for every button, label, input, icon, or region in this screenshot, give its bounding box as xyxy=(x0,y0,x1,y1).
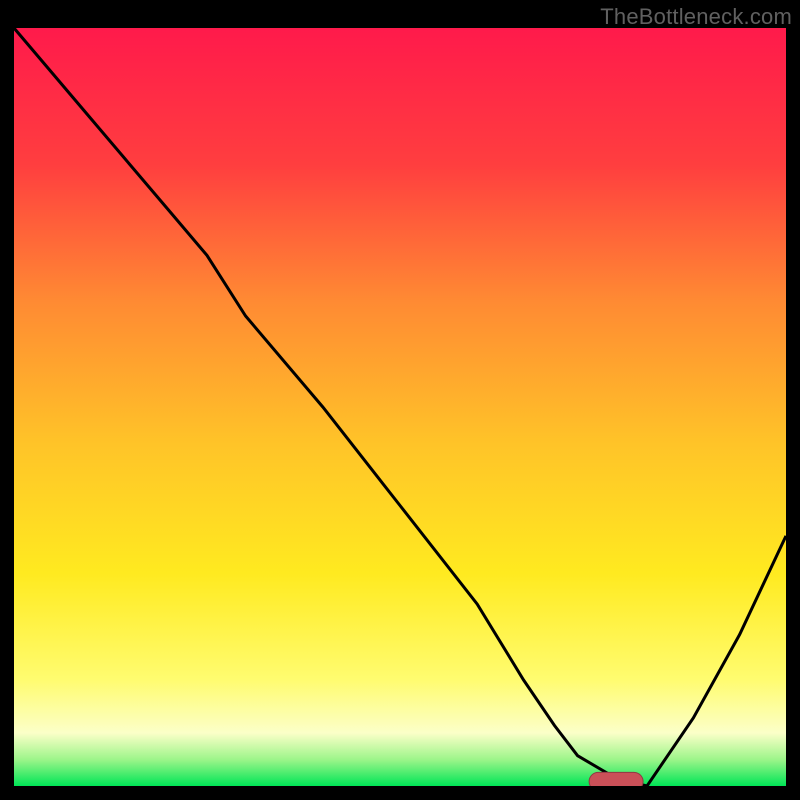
chart-svg xyxy=(14,28,786,786)
optimal-marker xyxy=(589,772,643,786)
chart-frame: TheBottleneck.com xyxy=(0,0,800,800)
watermark-text: TheBottleneck.com xyxy=(600,4,792,30)
plot-area xyxy=(14,28,786,786)
gradient-background xyxy=(14,28,786,786)
